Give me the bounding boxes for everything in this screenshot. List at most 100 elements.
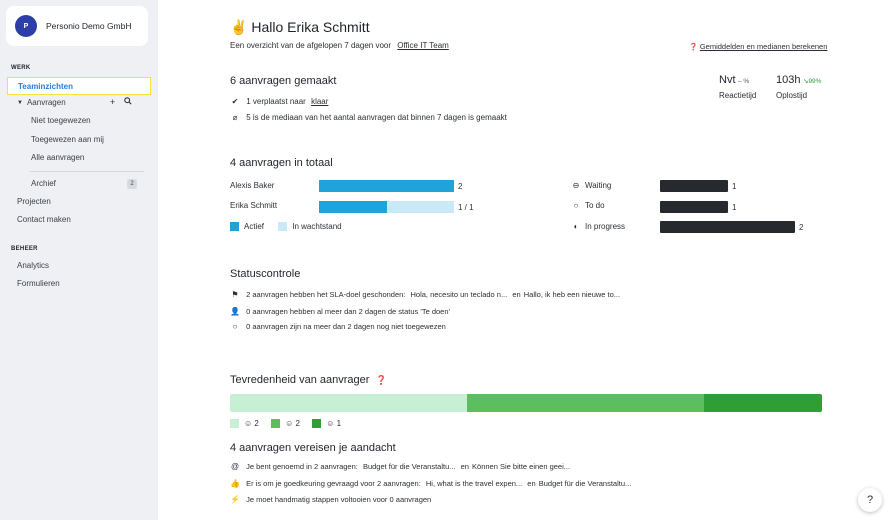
page-title: ✌ Hallo Erika Schmitt [230,19,370,36]
status-label: Waiting [585,181,612,190]
separator: en [460,462,469,471]
legend-active-label: Actief [244,222,265,231]
very-happy-swatch [312,419,322,429]
made-line1-text: 1 verplaatst naar [246,97,306,106]
check-circle-icon: ✔ [231,97,239,106]
calc-link[interactable]: Gemiddelden en medianen berekenen [700,42,828,51]
satisfaction-legend: ☺ 2 ☺ 2 ☺ 1 [230,419,341,429]
reaction-label: Reactietijd [719,91,757,100]
status-count-bar [660,180,728,192]
made-title: 6 aanvragen gemaakt [230,75,337,87]
klaar-link[interactable]: klaar [311,97,328,106]
section-work-label: WERK [11,65,31,71]
made-line2-text: 5 is de mediaan van het aantal aanvragen… [246,113,507,122]
manual-line: ⚡ Je moet handmatig stappen voltooien vo… [230,495,431,504]
help-circle-icon[interactable]: ❓ [376,375,387,385]
unassigned-line: ○ 0 aanvragen zijn na meer dan 2 dagen n… [230,322,446,331]
lightning-icon: ⚡ [230,495,240,504]
active-bar-segment [319,180,454,192]
status-count-bar [660,221,795,233]
reaction-metric: Nvt – % [719,74,749,86]
happy-swatch [271,419,281,429]
attention-title: 4 aanvragen vereisen je aandacht [230,442,396,454]
person-count: 2 [458,182,463,191]
company-name: Personio Demo GmbH [46,21,132,31]
sidebar-item-alle[interactable]: Alle aanvragen [31,153,84,162]
reaction-delta: – % [738,78,750,85]
separator: en [512,290,521,299]
help-button[interactable]: ? [858,488,882,512]
person-workload-bar [319,180,454,192]
neutral-swatch [230,419,239,429]
separator: en [527,479,536,488]
calc-help[interactable]: ❓ Gemiddelden en medianen berekenen [689,42,827,51]
person-name: Erika Schmitt [230,201,278,210]
add-icon[interactable]: + [110,97,115,107]
flag-icon: ⚑ [231,290,239,299]
satisfaction-segment [466,394,704,412]
sla-line: ⚑ 2 aanvragen hebben het SLA-doel gescho… [230,290,620,299]
mention-text: Je bent genoemd in 2 aanvragen: [246,462,358,471]
sidebar-item-formulieren[interactable]: Formulieren [17,279,60,288]
divider [30,171,144,172]
half-circle-icon: ◐ [573,222,579,231]
status-waiting: ⊖ Waiting [571,181,612,190]
subtitle-text: Een overzicht van de afgelopen 7 dagen v… [230,41,392,50]
company-switcher[interactable]: P Personio Demo GmbH [6,6,148,46]
sidebar-item-niet-toegewezen[interactable]: Niet toegewezen [31,116,91,125]
sidebar-item-projecten[interactable]: Projecten [17,197,51,206]
solve-value: 103h [776,74,801,86]
sidebar-item-analytics[interactable]: Analytics [17,261,49,270]
person-name: Alexis Baker [230,181,275,190]
made-line1: ✔ 1 verplaatst naar klaar [230,97,329,106]
smiley-icon: ☺ [285,419,294,428]
request-link[interactable]: Budget für die Veranstaltu... [363,462,456,471]
archief-count-badge: 2 [127,179,137,189]
statuscontrole-title: Statuscontrole [230,268,301,280]
approval-text: Er is om je goedkeuring gevraagd voor 2 … [246,479,421,488]
pause-circle-icon: ⊖ [572,181,580,190]
mention-line: @ Je bent genoemd in 2 aanvragen: Budget… [230,462,570,471]
circle-icon: ○ [232,322,238,331]
todo-text: 0 aanvragen hebben al meer dan 2 dagen d… [246,307,450,316]
status-count-bar [660,201,728,213]
manual-text: Je moet handmatig stappen voltooien voor… [246,495,432,504]
sidebar-item-label: Aanvragen [26,98,66,107]
active-swatch [230,222,239,232]
legend-waiting-label: In wachtstand [292,222,342,231]
thumbs-up-icon: 👍 [230,479,240,488]
request-link[interactable]: Hola, necesito un teclado n... [410,290,507,299]
help-circle-icon: ❓ [689,44,698,51]
circle-icon: ○ [573,201,579,210]
total-title: 4 aanvragen in totaal [230,157,333,169]
satisfaction-bar [230,394,822,412]
reaction-value: Nvt [719,74,736,86]
sidebar-item-contact[interactable]: Contact maken [17,215,71,224]
unassigned-text: 0 aanvragen zijn na meer dan 2 dagen nog… [246,322,446,331]
smiley-icon: ☺ [244,419,253,428]
sidebar-item-aanvragen[interactable]: ▼ Aanvragen [17,98,66,107]
request-link[interactable]: Hallo, ik heb een nieuwe to... [524,290,620,299]
request-link[interactable]: Können Sie bitte einen geei... [472,462,570,471]
solve-delta: ↘99% [803,78,822,85]
satisfaction-segment [703,394,822,412]
waiting-bar-segment [386,201,454,213]
workload-legend: Actief In wachtstand [230,222,342,232]
section-beheer-label: BEHEER [11,246,38,252]
satisfaction-segment [230,394,467,412]
status-label: To do [585,201,605,210]
company-avatar: P [15,15,37,37]
sidebar-item-toegewezen[interactable]: Toegewezen aan mij [31,135,104,144]
team-link[interactable]: Office IT Team [397,41,449,50]
sidebar-item-archief[interactable]: Archief [31,179,56,188]
status-label: In progress [585,222,626,231]
search-icon[interactable] [124,97,132,107]
waiting-swatch [278,222,288,232]
satisfaction-count: 2 [295,419,300,428]
status-count: 2 [799,223,804,232]
median-icon: ⌀ [232,113,238,122]
request-link[interactable]: Hi, what is the travel expen... [426,479,522,488]
person-workload-bar [319,201,454,213]
request-link[interactable]: Budget für die Veranstaltu... [539,479,632,488]
sidebar-item-teaminzichten[interactable]: Teaminzichten [7,77,151,95]
